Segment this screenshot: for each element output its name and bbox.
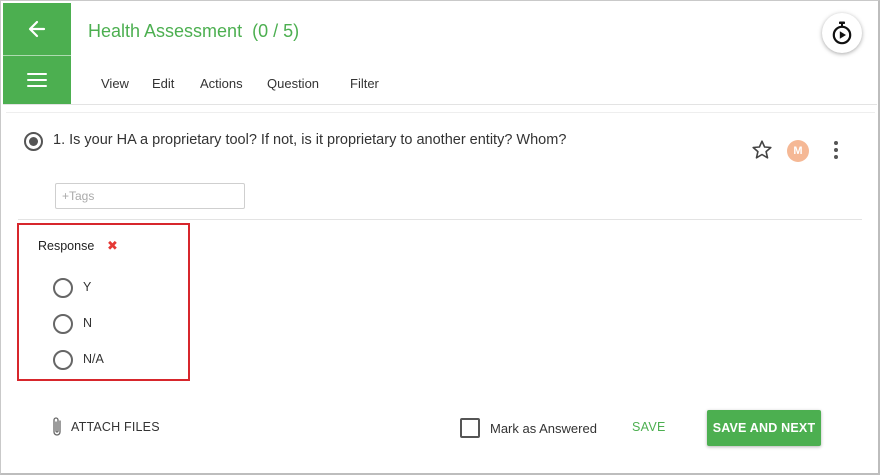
section-divider [18,219,862,220]
response-option-label: N/A [83,352,104,366]
save-button[interactable]: SAVE [632,420,666,434]
radio-button[interactable] [53,314,73,334]
clear-response-icon[interactable]: ✖ [107,238,118,254]
question-select-radio[interactable] [24,132,43,151]
hamburger-icon [27,73,47,87]
hamburger-menu-button[interactable] [3,56,71,104]
save-and-next-button[interactable]: SAVE AND NEXT [707,410,821,446]
menu-question[interactable]: Question [267,76,319,91]
menu-actions[interactable]: Actions [200,76,243,91]
response-option-label: Y [83,280,92,294]
tags-input[interactable] [55,183,245,209]
avatar[interactable]: M [787,140,809,162]
page-title-text: Health Assessment [88,21,243,41]
arrow-left-icon [28,20,46,38]
attach-files-button[interactable]: ATTACH FILES [50,415,160,439]
question-text: 1. Is your HA a proprietary tool? If not… [53,132,567,148]
progress-count: (0 / 5) [252,21,300,41]
radio-button[interactable] [53,278,73,298]
radio-button[interactable] [53,350,73,370]
attach-files-label: ATTACH FILES [71,420,160,434]
menu-edit[interactable]: Edit [152,76,174,91]
paperclip-icon [53,417,61,436]
star-icon[interactable] [750,138,774,162]
response-label: Response [38,239,95,253]
more-vertical-icon[interactable] [828,139,844,161]
timer-button[interactable] [822,13,862,53]
checkbox[interactable] [460,418,480,438]
response-option-label: N [83,316,93,330]
stopwatch-icon [832,21,852,45]
left-rail [3,3,71,104]
page-title: Health Assessment (0 / 5) [88,21,299,42]
menu-view[interactable]: View [101,76,129,91]
back-button[interactable] [3,3,71,55]
mark-as-answered-label: Mark as Answered [490,420,597,436]
mark-as-answered-checkbox[interactable]: Mark as Answered [460,417,597,439]
menu-filter[interactable]: Filter [350,76,379,91]
header-divider [3,104,877,105]
